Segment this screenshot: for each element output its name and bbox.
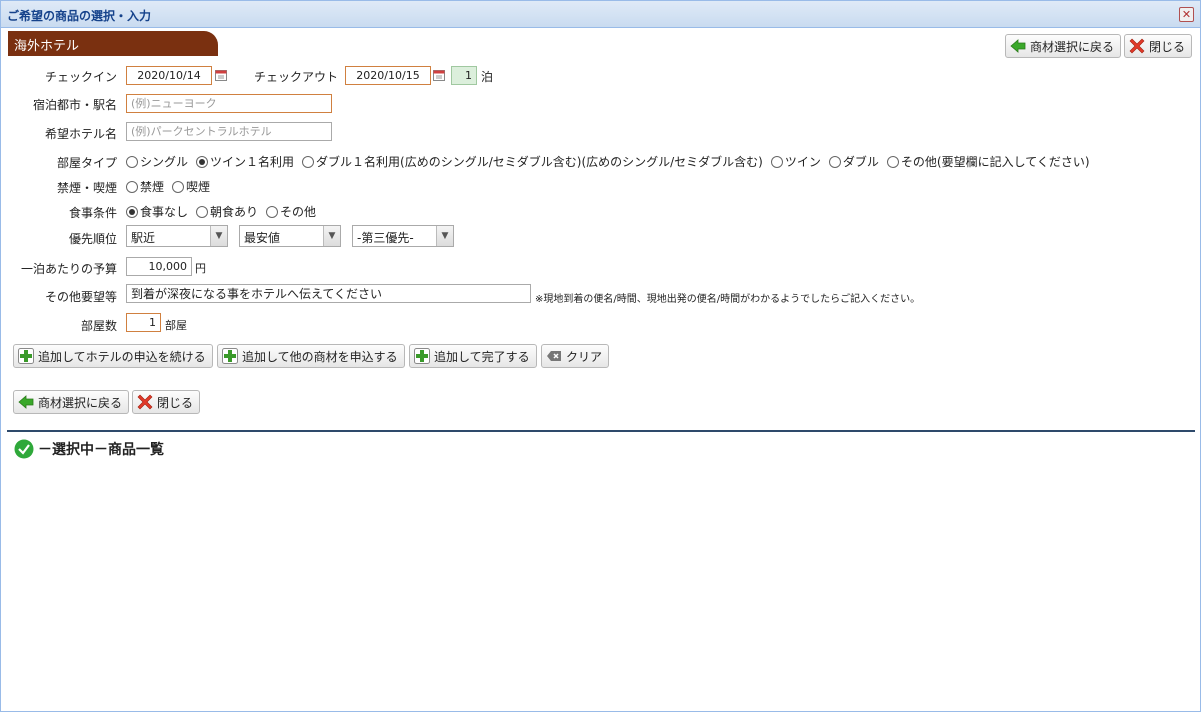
rooms-unit: 部屋 <box>165 319 187 332</box>
arrow-left-icon <box>18 395 34 409</box>
radio-selected-icon <box>196 155 209 168</box>
dialog-window: ご希望の商品の選択・入力 ✕ 海外ホテル 商材選択に戻る 閉じる チェックイン … <box>0 0 1201 712</box>
title-bar: ご希望の商品の選択・入力 ✕ <box>1 1 1200 28</box>
red-x-icon <box>137 394 153 410</box>
selected-products-header: －選択中－商品一覧 <box>14 439 164 459</box>
plus-icon <box>222 348 238 364</box>
room-type-option-double-single-use[interactable]: ダブル１名利用(広めのシングル/セミダブル含む)(広めのシングル/セミダブル含む… <box>302 153 763 170</box>
radio-icon <box>126 180 138 193</box>
meal-option-other[interactable]: その他 <box>266 203 316 220</box>
radio-icon <box>196 205 209 218</box>
backspace-icon <box>547 351 561 361</box>
meal-group: 食事なし 朝食あり その他 <box>126 203 324 220</box>
priority-label: 優先順位 <box>68 232 117 246</box>
priority-1-select[interactable]: 駅近 ▼ <box>126 225 228 247</box>
radio-selected-icon <box>126 205 138 218</box>
selected-products-title: －選択中－商品一覧 <box>38 442 164 458</box>
section-tab: 海外ホテル <box>8 31 218 56</box>
budget-label: 一泊あたりの予算 <box>20 262 117 276</box>
smoking-option-nonsmoking[interactable]: 禁煙 <box>126 178 164 195</box>
radio-icon <box>302 155 315 168</box>
room-type-option-twin-single-use[interactable]: ツイン１名利用 <box>196 153 294 170</box>
budget-input[interactable] <box>126 257 192 276</box>
budget-unit: 円 <box>195 262 206 275</box>
add-continue-hotel-button[interactable]: 追加してホテルの申込を続ける <box>13 344 213 368</box>
calendar-icon[interactable] <box>215 69 227 81</box>
chevron-down-icon: ▼ <box>436 226 453 246</box>
city-label: 宿泊都市・駅名 <box>32 98 117 112</box>
room-type-label: 部屋タイプ <box>56 156 117 170</box>
meal-option-none[interactable]: 食事なし <box>126 203 188 220</box>
add-other-product-button[interactable]: 追加して他の商材を申込する <box>217 344 405 368</box>
meal-option-breakfast[interactable]: 朝食あり <box>196 203 258 220</box>
request-note: ※現地到着の便名/時間、現地出発の便名/時間がわかるようでしたらご記入ください。 <box>535 294 921 305</box>
city-input[interactable] <box>126 94 332 113</box>
smoking-option-smoking[interactable]: 喫煙 <box>172 178 210 195</box>
rooms-label: 部屋数 <box>80 319 117 333</box>
back-to-products-button-top[interactable]: 商材選択に戻る <box>1005 34 1122 58</box>
close-button-top[interactable]: 閉じる <box>1124 34 1193 58</box>
radio-icon <box>126 155 138 168</box>
smoking-label: 禁煙・喫煙 <box>56 181 117 195</box>
room-type-option-other[interactable]: その他(要望欄に記入してください) <box>886 153 1090 170</box>
calendar-icon[interactable] <box>433 69 445 81</box>
checkin-label: チェックイン <box>44 70 117 84</box>
room-type-option-twin[interactable]: ツイン <box>770 153 821 170</box>
priority-3-select[interactable]: -第三優先- ▼ <box>352 225 454 247</box>
add-complete-button[interactable]: 追加して完了する <box>409 344 537 368</box>
window-close-icon[interactable]: ✕ <box>1179 7 1194 22</box>
section-divider <box>7 430 1195 432</box>
smoking-group: 禁煙 喫煙 <box>126 178 218 195</box>
back-label: 商材選択に戻る <box>1030 39 1115 54</box>
request-label: その他要望等 <box>44 290 117 304</box>
hotel-label: 希望ホテル名 <box>44 127 117 141</box>
radio-icon <box>770 155 783 168</box>
nights-unit: 泊 <box>481 70 494 84</box>
plus-icon <box>18 348 34 364</box>
priority-2-select[interactable]: 最安値 ▼ <box>239 225 341 247</box>
plus-icon <box>414 348 430 364</box>
checkout-input[interactable] <box>345 66 431 85</box>
radio-icon <box>828 155 841 168</box>
checkout-label: チェックアウト <box>254 70 339 84</box>
room-type-option-single[interactable]: シングル <box>126 153 188 170</box>
arrow-left-icon <box>1010 39 1026 53</box>
radio-icon <box>266 205 279 218</box>
clear-button[interactable]: クリア <box>541 344 610 368</box>
chevron-down-icon: ▼ <box>210 226 227 246</box>
meal-label: 食事条件 <box>68 206 117 220</box>
close-label: 閉じる <box>1149 39 1186 54</box>
close-button-bottom[interactable]: 閉じる <box>132 390 201 414</box>
nights-value: 1 <box>451 66 477 85</box>
room-type-group: シングル ツイン１名利用 ダブル１名利用(広めのシングル/セミダブル含む)(広め… <box>126 153 1098 170</box>
request-input[interactable] <box>126 284 531 303</box>
window-title: ご希望の商品の選択・入力 <box>7 9 152 23</box>
check-circle-icon <box>14 439 34 459</box>
room-type-option-double[interactable]: ダブル <box>828 153 879 170</box>
chevron-down-icon: ▼ <box>323 226 340 246</box>
radio-icon <box>886 155 899 168</box>
rooms-input[interactable] <box>126 313 161 332</box>
hotel-name-input[interactable] <box>126 122 332 141</box>
back-to-products-button-bottom[interactable]: 商材選択に戻る <box>13 390 130 414</box>
red-x-icon <box>1129 38 1145 54</box>
radio-icon <box>172 180 185 193</box>
checkin-input[interactable] <box>126 66 212 85</box>
